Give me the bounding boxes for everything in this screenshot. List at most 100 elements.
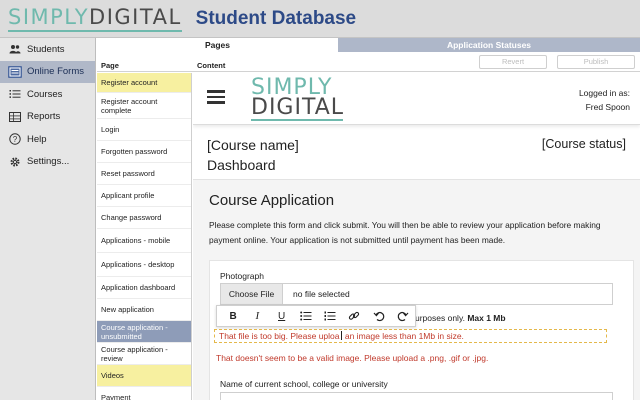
app-logo: SIMPLYDIGITAL	[8, 5, 182, 32]
help-text-prefix: urposes only.	[415, 313, 465, 323]
bold-button[interactable]: B	[221, 306, 245, 326]
page-list-item-label: Reset password	[101, 169, 155, 178]
page-list-item[interactable]: New application	[97, 299, 191, 321]
nav-item-students[interactable]: Students	[0, 38, 95, 61]
students-icon	[8, 43, 22, 55]
file-status: no file selected	[293, 289, 350, 299]
photo-help-text: urposes only. Max 1 Mb	[415, 313, 506, 323]
logo-text-simply: SIMPLY	[8, 5, 90, 29]
nav-list: Students Online Forms Courses Reports? Help S…	[0, 38, 95, 173]
nav-item-help[interactable]: ? Help	[0, 128, 95, 151]
rich-text-toolbar: B I U	[216, 305, 416, 327]
file-size-error-text-a: That file is too big. Please uploa	[219, 331, 340, 341]
form-area: Course Application Please complete this …	[193, 179, 640, 400]
tab-application-statuses[interactable]: Application Statuses	[338, 38, 640, 52]
page-list-item[interactable]: Application dashboard	[97, 277, 191, 299]
course-status: [Course status]	[541, 137, 626, 151]
tab-bar: Pages Application Statuses	[97, 38, 640, 52]
undo-icon[interactable]	[367, 306, 391, 326]
numbered-list-icon[interactable]	[318, 306, 342, 326]
help-icon: ?	[8, 133, 22, 145]
page-list-item-label: Register account	[101, 78, 158, 87]
page-list-item-label: Forgotten password	[101, 147, 168, 156]
page-list-item[interactable]: Register account complete	[97, 93, 191, 119]
text-cursor	[340, 331, 342, 340]
gear-icon	[8, 156, 22, 168]
page-list-item-label: Course application - review	[101, 344, 168, 363]
page-list-item[interactable]: Course application - review	[97, 343, 191, 365]
page-list-item[interactable]: Change password	[97, 207, 191, 229]
column-headers: Page Content Revert Publish	[97, 52, 640, 72]
logged-in-user: Fred Spoon	[585, 102, 630, 112]
page-list-item-label: Applications - mobile	[101, 236, 171, 245]
link-icon[interactable]	[342, 306, 366, 326]
school-label: Name of current school, college or unive…	[220, 379, 388, 389]
page-list-item-label: Videos	[101, 371, 124, 380]
page-list-item-label: Register account complete	[101, 96, 158, 115]
preview-header: SIMPLY DIGITAL Logged in as: Fred Spoon	[193, 73, 640, 125]
page-list-item[interactable]: Reset password	[97, 163, 191, 185]
page-list-item-label: Login	[101, 125, 120, 134]
redo-icon[interactable]	[391, 306, 415, 326]
preview-logo: SIMPLY DIGITAL	[251, 77, 345, 121]
form-card: Photograph Choose File no file selected …	[209, 260, 634, 400]
page-list-item[interactable]: Applicant profile	[97, 185, 191, 207]
form-title: Course Application	[209, 192, 335, 209]
logged-in-info: Logged in as: Fred Spoon	[579, 86, 630, 114]
school-input[interactable]	[220, 392, 613, 400]
form-intro: Please complete this form and click subm…	[209, 220, 601, 245]
content-preview: SIMPLY DIGITAL Logged in as: Fred Spoon …	[193, 73, 640, 400]
page-list-item-label: Payment	[101, 393, 131, 400]
revert-button[interactable]: Revert	[479, 55, 547, 69]
nav-item-label: Online Forms	[27, 66, 85, 78]
nav-item-online-forms[interactable]: Online Forms	[0, 60, 95, 83]
nav-item-reports[interactable]: Reports	[0, 106, 95, 129]
page-list-item[interactable]: Applications - mobile	[97, 229, 191, 253]
nav-item-courses[interactable]: Courses	[0, 83, 95, 106]
page-list-item-label: Course application - unsubmitted	[101, 322, 168, 341]
page-list-item-label: New application	[101, 305, 154, 314]
courses-icon	[8, 88, 22, 100]
reports-icon	[8, 111, 22, 123]
bullet-list-icon[interactable]	[294, 306, 318, 326]
column-header-content: Content	[197, 61, 226, 70]
help-text-max-size: Max 1 Mb	[467, 313, 506, 323]
column-header-page: Page	[101, 61, 119, 70]
nav-item-label: Reports	[27, 111, 61, 123]
preview-logo-digital: DIGITAL	[251, 95, 345, 120]
photo-label: Photograph	[220, 271, 264, 281]
nav-item-label: Help	[27, 133, 47, 145]
page-list-item[interactable]: Videos	[97, 365, 191, 387]
underline-button[interactable]: U	[270, 306, 294, 326]
file-size-error: That file is too big. Please uploa an im…	[214, 329, 607, 343]
file-type-error: That doesn't seem to be a valid image. P…	[216, 353, 489, 363]
left-nav: Students Online Forms Courses Reports? Help S…	[0, 38, 96, 400]
tab-pages[interactable]: Pages	[97, 38, 338, 52]
choose-file-button[interactable]: Choose File	[221, 284, 283, 304]
page-list-item-label: Change password	[101, 213, 162, 222]
app-title: Student Database	[195, 7, 357, 29]
logo-text-digital: DIGITAL	[89, 5, 182, 29]
dashboard-link[interactable]: Dashboard	[207, 157, 276, 173]
page-list-item[interactable]: Login	[97, 119, 191, 141]
page-list-item[interactable]: Applications - desktop	[97, 253, 191, 277]
course-name: [Course name]	[207, 137, 299, 153]
logo-underline	[8, 30, 182, 32]
page-list-item[interactable]: Forgotten password	[97, 141, 191, 163]
file-size-error-text-b: an image less than 1Mb in size.	[342, 331, 464, 341]
page-list-item-label: Applicant profile	[101, 191, 155, 200]
hamburger-menu-icon[interactable]	[207, 90, 225, 104]
app-header: SIMPLYDIGITAL Student Database	[0, 0, 640, 38]
nav-item-label: Students	[27, 43, 65, 55]
italic-button[interactable]: I	[245, 306, 269, 326]
forms-icon	[8, 65, 22, 78]
page-list-item[interactable]: Register account	[97, 73, 191, 93]
nav-item-label: Settings...	[27, 156, 70, 168]
page-list-item-label: Application dashboard	[101, 283, 176, 292]
nav-item-settings[interactable]: Settings...	[0, 151, 95, 174]
photo-file-input[interactable]: Choose File no file selected	[220, 283, 613, 305]
page-list-item[interactable]: Course application - unsubmitted	[97, 321, 191, 343]
publish-button[interactable]: Publish	[557, 55, 635, 69]
page-list-item[interactable]: Payment	[97, 387, 191, 400]
nav-item-label: Courses	[27, 88, 63, 100]
